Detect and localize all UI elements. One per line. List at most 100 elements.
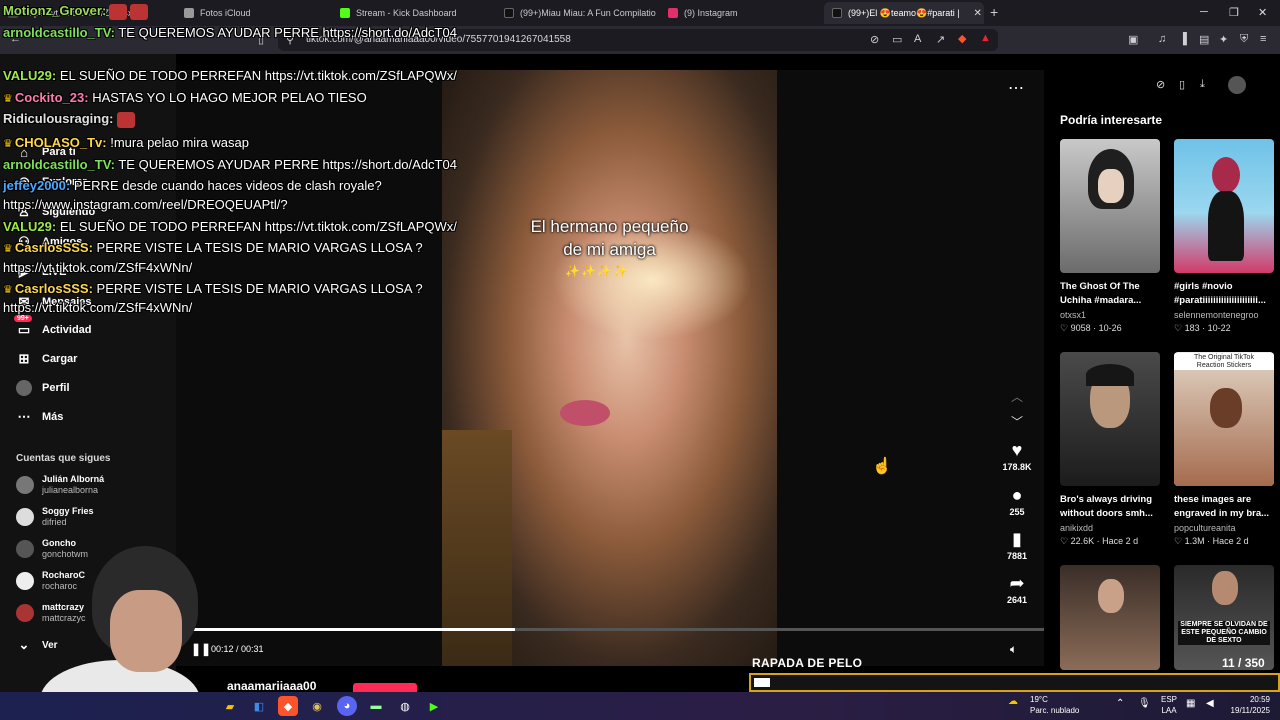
account-handle: difried: [42, 517, 67, 527]
video-author[interactable]: anaamariiaaa00: [227, 679, 316, 693]
tab-tiktok-active[interactable]: (99+)El 😍teamo😍#parati | ✕: [824, 2, 984, 24]
card-author: otxsx1: [1060, 310, 1087, 320]
chevron-up-icon[interactable]: ⌃: [1116, 698, 1124, 709]
reader-icon[interactable]: ▐: [1179, 33, 1187, 45]
suggested-video-card[interactable]: The Original TikTok Reaction Stickers th…: [1174, 352, 1274, 547]
video-progress-bar[interactable]: [176, 628, 1044, 631]
chat-message: ♛ Cockito_23: HASTAS YO LO HAGO MEJOR PEL…: [3, 90, 367, 105]
profile-icon: [16, 380, 32, 396]
vpn-icon[interactable]: ⛨: [1240, 33, 1248, 46]
caption-line: El hermano pequeño: [530, 217, 689, 236]
minimize-icon[interactable]: ─: [1200, 6, 1208, 18]
card-meta: ♡ 183 · 10-22: [1174, 323, 1231, 333]
tab-label: (9) Instagram: [684, 8, 738, 18]
chat-username: Cockito_23:: [14, 90, 89, 105]
wallet-icon[interactable]: ▤: [1199, 33, 1209, 46]
card-author: popcultureanita: [1174, 523, 1236, 533]
followed-account[interactable]: Julián Alborná julianealborna: [16, 474, 104, 496]
user-avatar[interactable]: [1228, 76, 1246, 94]
weather-icon[interactable]: ☁: [1008, 696, 1018, 707]
file-explorer-icon[interactable]: ▰: [220, 696, 240, 716]
tab-instagram[interactable]: (9) Instagram: [660, 2, 820, 24]
maximize-icon[interactable]: ❐: [1229, 6, 1239, 19]
followed-account[interactable]: Soggy Fries difried: [16, 506, 94, 528]
share-icon[interactable]: ↗: [936, 33, 945, 46]
obs-icon[interactable]: ◍: [395, 696, 415, 716]
leo-ai-icon[interactable]: ✦: [1219, 33, 1228, 46]
download-icon[interactable]: ⤓: [1200, 78, 1205, 91]
system-clock[interactable]: 20:59 19/11/2025: [1226, 694, 1270, 716]
sidebar-icon[interactable]: ▣: [1128, 33, 1138, 46]
mute-icon[interactable]: ⊘: [870, 33, 879, 46]
chat-username: arnoldcastillo_TV:: [3, 157, 115, 172]
network-icon[interactable]: ▦: [1186, 698, 1195, 709]
coins-icon[interactable]: ⊘: [1156, 78, 1165, 91]
subscriber-crown-icon: ♛: [3, 243, 13, 255]
brave-browser-icon[interactable]: ◆: [278, 696, 298, 716]
bookmark-icon: ▮: [1012, 529, 1022, 549]
thumbnail-text: The Original TikTok Reaction Stickers: [1174, 353, 1274, 371]
card-meta: ♡ 22.6K · Hace 2 d: [1060, 536, 1139, 546]
language-indicator[interactable]: ESP LAA: [1161, 694, 1177, 716]
chat-text: HASTAS YO LO HAGO MEJOR PELAO TIESO: [88, 90, 367, 105]
suggested-video-card[interactable]: #girls #novio #paratiiiiiiiiiiiiiiiiiiii…: [1174, 139, 1274, 334]
video-frame[interactable]: [442, 70, 777, 666]
screenshot-icon[interactable]: ▭: [892, 33, 902, 46]
previous-video-icon[interactable]: ︿: [1011, 388, 1023, 405]
share-arrow-icon: ➦: [1009, 573, 1025, 593]
app-icon[interactable]: ◉: [307, 696, 327, 716]
weather-widget[interactable]: 19°C Parc. nublado: [1030, 694, 1079, 716]
rewards-icon[interactable]: ▲: [980, 32, 991, 44]
close-window-icon[interactable]: ✕: [1258, 6, 1267, 19]
weather-temp: 19°C: [1030, 695, 1048, 704]
outlook-icon[interactable]: ◧: [249, 696, 269, 716]
chat-message: ♛ CHOLASO_Tv: !mura pelao mira wasap: [3, 135, 249, 150]
speaker-icon[interactable]: ◀︎: [1206, 698, 1214, 709]
close-tab-icon[interactable]: ✕: [974, 8, 982, 19]
clock-date: 19/11/2025: [1230, 706, 1270, 715]
chat-username: CasrlosSSS:: [14, 240, 93, 255]
video-caption: El hermano pequeño de mi amiga: [442, 215, 777, 261]
video-thumbnail: [1060, 139, 1160, 273]
chat-text: https://vt.tiktok.com/ZSfF4xWNn/: [3, 300, 193, 315]
sparkles-emoji: ✨✨✨✨: [565, 264, 629, 278]
suggested-video-card[interactable]: SIEMPRE SE OLVIDAN DE ESTE PEQUEÑO CAMBI…: [1174, 565, 1274, 670]
sidebar-item-more[interactable]: ⋯ Más: [16, 409, 64, 425]
sidebar-item-activity[interactable]: ▭ 99+ Actividad: [14, 315, 92, 338]
device-icon[interactable]: ▯: [1179, 78, 1185, 91]
more-options-icon[interactable]: ⋯: [1008, 78, 1024, 98]
menu-icon[interactable]: ≡: [1260, 33, 1266, 45]
chat-username: VALU29:: [3, 219, 57, 234]
terminal-icon[interactable]: ▬: [366, 696, 386, 716]
volume-icon[interactable]: 🔈︎: [1010, 642, 1017, 657]
chat-message: arnoldcastillo_TV: TE QUEREMOS AYUDAR PE…: [3, 157, 457, 172]
sidebar-item-upload[interactable]: ⊞ Cargar: [16, 351, 78, 367]
chat-text: https://www.instagram.com/reel/DREOQEUAP…: [3, 197, 288, 212]
chat-text: TE QUEREMOS AYUDAR PERRE https://short.d…: [114, 157, 457, 172]
comment-button[interactable]: ● 255: [996, 485, 1038, 517]
goal-count: 11 / 350: [1222, 656, 1265, 670]
suggested-video-card[interactable]: Bro's always driving without doors smh..…: [1060, 352, 1160, 547]
video-thumbnail: [1060, 565, 1160, 670]
microphone-icon[interactable]: 🎙︎: [1138, 698, 1151, 709]
card-meta: ♡ 1.3M · Hace 2 d: [1174, 536, 1249, 546]
like-button[interactable]: ♥ 178.8K: [996, 440, 1038, 472]
translate-icon[interactable]: A: [914, 33, 921, 45]
lang-secondary: LAA: [1161, 706, 1177, 715]
tab-miau-compilation[interactable]: (99+)Miau Miau: A Fun Compilation: [496, 2, 656, 24]
next-video-icon[interactable]: ﹀: [1011, 413, 1023, 430]
chat-message: ♛ CasrlosSSS: PERRE VISTE LA TESIS DE MAR…: [3, 240, 423, 255]
kick-icon[interactable]: ▶: [424, 696, 444, 716]
brave-shield-icon[interactable]: ◆: [958, 32, 966, 45]
suggested-video-card[interactable]: [1060, 565, 1160, 670]
save-button[interactable]: ▮ 7881: [996, 529, 1038, 561]
windows-taskbar: ▰ ◧ ◆ ◉ ◕ ▬ ◍ ▶: [0, 692, 1280, 720]
suggested-video-card[interactable]: The Ghost Of The Uchiha #madara... otxsx…: [1060, 139, 1160, 334]
sidebar-item-profile[interactable]: Perfil: [16, 380, 70, 396]
chat-text: EL SUEÑO DE TODO PERREFAN https://vt.tik…: [56, 219, 457, 234]
chat-username: Ridiculousraging:: [3, 111, 114, 126]
new-tab-button[interactable]: +: [990, 4, 998, 20]
media-icon[interactable]: ♫: [1158, 33, 1166, 45]
share-button[interactable]: ➦ 2641: [996, 573, 1038, 605]
discord-icon[interactable]: ◕: [337, 696, 357, 716]
